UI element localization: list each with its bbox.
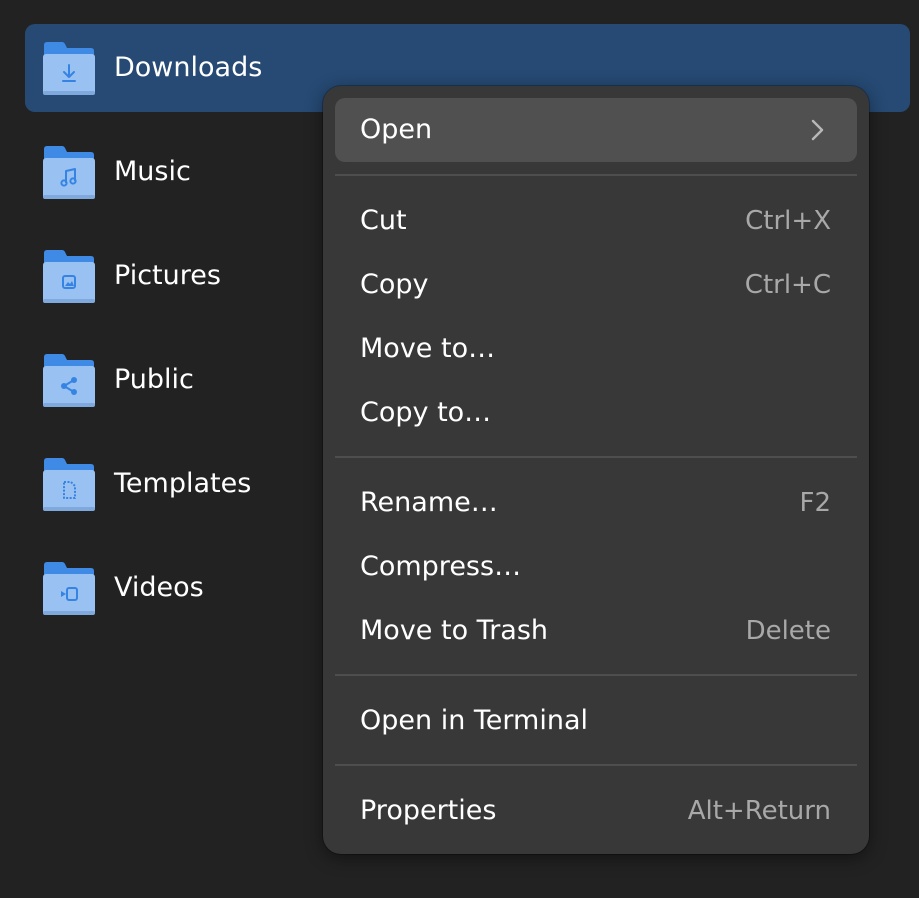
file-name: Public (114, 364, 194, 395)
menu-item-open-in-terminal[interactable]: Open in Terminal (335, 689, 857, 753)
file-name: Downloads (114, 52, 263, 83)
menu-item-move-to[interactable]: Move to… (335, 317, 857, 381)
document-icon (42, 457, 96, 513)
menu-item-label: Open (360, 114, 433, 145)
menu-item-move-to-trash[interactable]: Move to Trash Delete (335, 599, 857, 663)
menu-item-label: Rename… (360, 487, 498, 518)
video-camera-icon (42, 561, 96, 617)
menu-item-label: Copy (360, 269, 429, 300)
menu-separator (335, 174, 857, 176)
menu-item-label: Properties (360, 795, 497, 826)
menu-item-cut[interactable]: Cut Ctrl+X (335, 189, 857, 253)
menu-separator (335, 764, 857, 766)
menu-item-copy-to[interactable]: Copy to… (335, 381, 857, 445)
menu-item-label: Open in Terminal (360, 705, 588, 736)
menu-item-compress[interactable]: Compress… (335, 535, 857, 599)
chevron-right-icon (803, 116, 831, 144)
menu-separator (335, 456, 857, 458)
menu-item-rename[interactable]: Rename… F2 (335, 471, 857, 535)
menu-item-shortcut: Alt+Return (687, 796, 831, 826)
menu-item-label: Cut (360, 205, 407, 236)
menu-separator (335, 674, 857, 676)
menu-item-shortcut: Ctrl+C (744, 270, 831, 300)
download-icon (42, 41, 96, 97)
menu-item-shortcut: Delete (745, 616, 831, 646)
menu-item-properties[interactable]: Properties Alt+Return (335, 779, 857, 843)
file-name: Music (114, 156, 191, 187)
menu-item-label: Compress… (360, 551, 522, 582)
context-menu: Open Cut Ctrl+X Copy Ctrl+C Move to… Cop… (323, 86, 869, 854)
menu-item-label: Move to… (360, 333, 496, 364)
file-name: Pictures (114, 260, 221, 291)
share-icon (42, 353, 96, 409)
music-note-icon (42, 145, 96, 201)
menu-item-shortcut: Ctrl+X (745, 206, 831, 236)
menu-item-open[interactable]: Open (335, 98, 857, 162)
menu-item-label: Move to Trash (360, 615, 549, 646)
menu-item-shortcut: F2 (799, 488, 832, 518)
image-icon (42, 249, 96, 305)
menu-item-copy[interactable]: Copy Ctrl+C (335, 253, 857, 317)
file-name: Videos (114, 572, 204, 603)
file-name: Templates (114, 468, 252, 499)
menu-item-label: Copy to… (360, 397, 492, 428)
